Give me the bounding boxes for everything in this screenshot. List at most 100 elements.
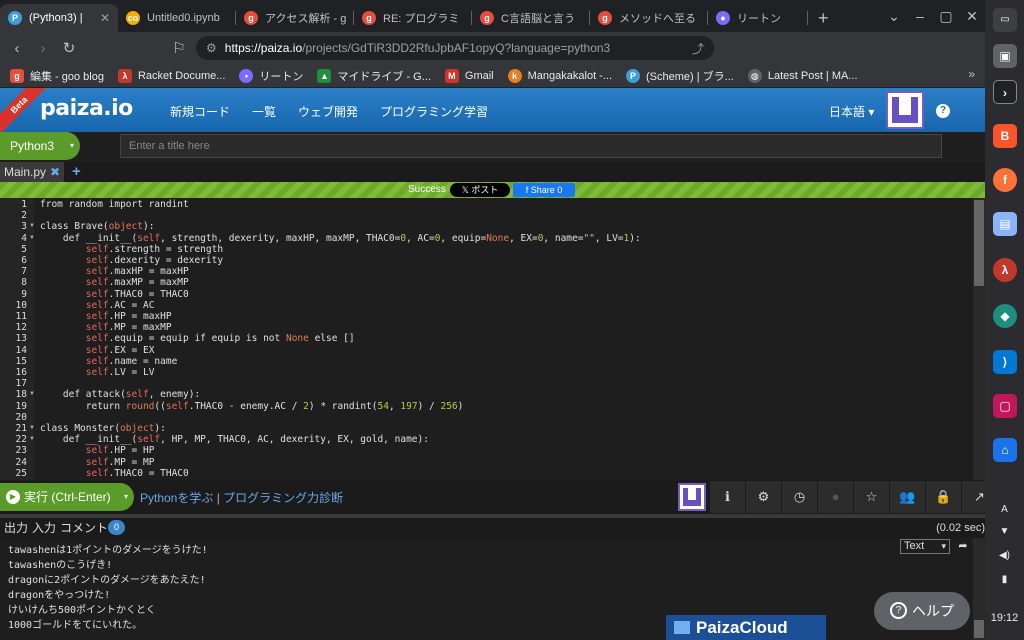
language-menu[interactable]: 日本語 ▾ (829, 103, 874, 120)
bookmarks-bar: g 編集 - goo blog λ Racket Docume... • リートン ▲… (0, 64, 985, 88)
tab-6[interactable]: ● リートン (708, 4, 808, 32)
code-line: def __init__(self, strength, dexerity, m… (40, 232, 641, 244)
line-number: 13 (15, 333, 27, 345)
bookmark-item[interactable]: • リートン (239, 68, 303, 84)
line-number: 14 (15, 344, 27, 356)
bookmark-item[interactable]: P (Scheme) | ブラ... (626, 68, 734, 84)
editor-scrollbar[interactable] (973, 198, 985, 480)
nav-learning[interactable]: プログラミング学習 (380, 103, 488, 120)
fold-icon[interactable]: ▼ (29, 391, 35, 397)
fold-icon[interactable]: ▼ (29, 425, 35, 431)
tab-4[interactable]: g C言語脳と言う (472, 4, 590, 32)
code-line: self.THAC0 = THAC0 (85, 467, 189, 479)
run-button[interactable]: ▶ 実行 (Ctrl-Enter) ▾ (0, 483, 134, 511)
app-icon[interactable]: ◆ (993, 304, 1017, 328)
goo-icon: g (598, 11, 612, 25)
tab-input[interactable]: 入力 (32, 518, 56, 538)
nav-web-dev[interactable]: ウェブ開発 (298, 103, 358, 120)
forward-icon[interactable]: › (30, 40, 56, 57)
wifi-icon[interactable]: ▼ (985, 526, 1024, 537)
reload-icon[interactable]: ↻ (56, 39, 82, 57)
add-file-icon[interactable]: + (72, 162, 81, 182)
address-bar[interactable]: ⚙ https://paiza.io/projects/GdTiR3DD2Rfu… (196, 36, 714, 60)
file-tab-main[interactable]: Main.py ✖ (0, 162, 65, 182)
store-icon[interactable]: ⌂ (993, 438, 1017, 462)
close-window-icon[interactable]: ✕ (959, 8, 985, 25)
window-switch-icon[interactable]: ▭ (993, 8, 1017, 32)
clock[interactable]: 19:12 (985, 612, 1024, 624)
firefox-icon[interactable]: f (993, 168, 1017, 192)
bookmark-item[interactable]: M Gmail (444, 68, 494, 83)
battery-icon[interactable]: ▮ (985, 574, 1024, 585)
share-arrow-icon[interactable]: ➦ (955, 539, 971, 554)
skill-check-link[interactable]: プログラミング力診断 (223, 491, 343, 505)
fold-icon[interactable]: ▼ (29, 436, 35, 442)
new-tab-button[interactable]: + (808, 4, 839, 32)
language-selector[interactable]: Python3 ▾ (0, 132, 80, 160)
close-icon[interactable]: ✖ (50, 165, 60, 179)
line-number: 19 (15, 400, 27, 412)
help-icon[interactable]: ? (936, 104, 950, 118)
star-icon[interactable]: ☆ (854, 481, 890, 513)
terminal-icon[interactable]: › (993, 80, 1017, 104)
share-icon[interactable]: ⤴ (692, 40, 704, 57)
paizacloud-banner[interactable]: PaizaCloud (666, 615, 826, 640)
tab-3[interactable]: g RE: プログラミ (354, 4, 472, 32)
tab-1[interactable]: co Untitled0.ipynb (118, 4, 236, 32)
minimize-icon[interactable]: – (907, 8, 933, 24)
help-button[interactable]: ? ヘルプ (874, 592, 970, 630)
tab-comment[interactable]: コメント (60, 518, 108, 538)
learn-python-link[interactable]: Pythonを学ぶ (140, 491, 213, 505)
code-line: self.AC = AC (85, 299, 155, 311)
more-bookmarks-icon[interactable]: » (968, 67, 975, 81)
back-icon[interactable]: ‹ (4, 40, 30, 57)
output-scrollbar[interactable] (973, 538, 985, 640)
racket-icon[interactable]: λ (993, 258, 1017, 282)
chevron-down-icon: ▾ (69, 141, 74, 150)
paiza-logo[interactable]: paiza.io (40, 96, 133, 121)
tab-0[interactable]: P (Python3) | ✕ (0, 4, 118, 32)
bookmark-item[interactable]: g 編集 - goo blog (10, 68, 104, 84)
facebook-share-button[interactable]: f Share 0 (513, 183, 575, 197)
brave-icon[interactable]: B (993, 124, 1017, 148)
app2-icon[interactable]: ▢ (993, 394, 1017, 418)
site-settings-icon[interactable]: ⚙ (206, 41, 217, 55)
maximize-icon[interactable]: ▢ (933, 8, 959, 25)
title-input[interactable]: Enter a title here (120, 134, 942, 158)
x-post-button[interactable]: 𝕏 ポスト (450, 183, 510, 197)
bookmark-icon[interactable]: ⚐ (166, 39, 192, 57)
tab-search-icon[interactable]: ⌄ (881, 8, 907, 25)
output-format-select[interactable]: Text (900, 539, 950, 554)
vscode-icon[interactable]: ⟩ (993, 350, 1017, 374)
bookmark-item[interactable]: ◍ Latest Post | MA... (747, 68, 858, 83)
gear-icon[interactable]: ⚙ (746, 481, 782, 513)
link-separator: | (213, 491, 224, 505)
github-icon[interactable]: ● (818, 481, 854, 513)
fold-icon[interactable]: ▼ (29, 223, 35, 229)
close-icon[interactable]: ✕ (100, 11, 110, 25)
tab-title: アクセス解析 - g (265, 13, 346, 25)
tab-2[interactable]: g アクセス解析 - g (236, 4, 354, 32)
bookmark-item[interactable]: λ Racket Docume... (117, 68, 225, 83)
volume-icon[interactable]: ◀) (985, 550, 1024, 561)
files-icon[interactable]: ▣ (993, 44, 1017, 68)
code-line: self.equip = equip if equip is not None … (85, 333, 355, 345)
nav-new-code[interactable]: 新規コード (170, 103, 230, 120)
chevron-down-icon[interactable]: ▾ (124, 483, 128, 511)
nav-list[interactable]: 一覧 (252, 103, 276, 120)
tab-5[interactable]: g メソッドへ至る (590, 4, 708, 32)
lock-icon[interactable]: 🔒 (926, 481, 962, 513)
history-icon[interactable]: ◷ (782, 481, 818, 513)
bookmark-item[interactable]: ▲ マイドライブ - G... (317, 68, 431, 84)
code-editor[interactable]: 1 from random import randint 2 3 ▼ class Brav… (0, 198, 973, 480)
users-icon[interactable]: 👥 (890, 481, 926, 513)
bookmark-label: (Scheme) | ブラ... (646, 70, 734, 83)
fold-icon[interactable]: ▼ (29, 235, 35, 241)
tab-output[interactable]: 出力 (4, 518, 28, 538)
bookmark-item[interactable]: k Mangakakalot -... (507, 68, 612, 83)
archive-icon[interactable]: ▤ (993, 212, 1017, 236)
input-method[interactable]: A (985, 504, 1024, 515)
avatar[interactable] (678, 483, 706, 511)
avatar[interactable] (886, 91, 924, 129)
info-icon[interactable]: ℹ (710, 481, 746, 513)
